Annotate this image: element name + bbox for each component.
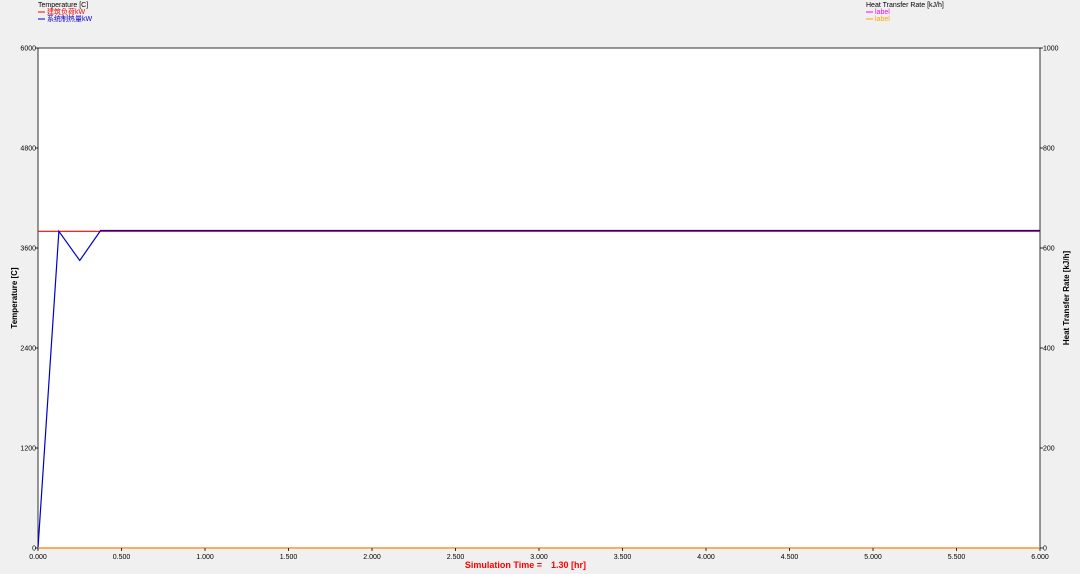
right-legend-title: Heat Transfer Rate [kJ/h] [866,2,944,9]
right-axis-tick-label: 1000 [1043,46,1059,53]
left-axis-title: Temperature [C] [10,267,19,329]
chart-root: 0 1200 2400 3600 4800 6000 0 200 400 600 800 1000 0.… [0,0,1080,574]
plot-area [37,47,1041,549]
left-axis-tick-label: 3600 [20,246,36,253]
x-axis-tick-label: 5.500 [948,554,966,561]
legend-right: Heat Transfer Rate [kJ/h] labellabel [866,2,944,23]
x-axis-tick-label: 3.500 [614,554,632,561]
legend-entry-label: label [875,9,890,16]
legend-entry-label: 系统制热量kW [47,14,92,23]
legend-entry-label: label [875,16,890,23]
right-axis-tick-label: 200 [1043,446,1055,453]
right-axis-tick-label: 0 [1043,546,1047,553]
left-axis-tick-label: 4800 [20,146,36,153]
left-axis-tick-label: 1200 [20,446,36,453]
left-axis-tick-label: 6000 [20,46,36,53]
x-axis-tick-label: 0.500 [113,554,131,561]
x-axis-tick-label: 6.000 [1031,554,1049,561]
simulation-time-label: Simulation Time = [465,560,542,570]
x-axis-tick-label: 5.000 [864,554,882,561]
x-axis-tick-label: 1.500 [280,554,298,561]
left-legend-title: Temperature [C] [38,2,88,9]
left-axis-tick-label: 2400 [20,346,36,353]
right-axis-tick-label: 800 [1043,146,1055,153]
right-axis-tick-label: 400 [1043,346,1055,353]
legend-entry-label: 建筑负荷kW [47,7,85,16]
simulation-time-value: 1.30 [hr] [551,560,586,570]
x-axis-tick-label: 4.500 [781,554,799,561]
x-axis-tick-label: 0.000 [29,554,47,561]
x-axis-tick-label: 4.000 [697,554,715,561]
x-axis-tick-label: 1.000 [196,554,214,561]
right-axis-title: Heat Transfer Rate [kJ/h] [1062,251,1071,346]
plot-frame [37,47,1041,549]
chart-svg: 0 1200 2400 3600 4800 6000 0 200 400 600 800 1000 0.… [10,2,1071,570]
x-axis-tick-label: 2.500 [447,554,465,561]
left-axis-tick-label: 0 [32,546,36,553]
x-axis-tick-label: 2.000 [363,554,381,561]
right-axis-tick-label: 600 [1043,246,1055,253]
legend-left: Temperature [C] 建筑负荷kW系统制热量kW [38,2,92,23]
